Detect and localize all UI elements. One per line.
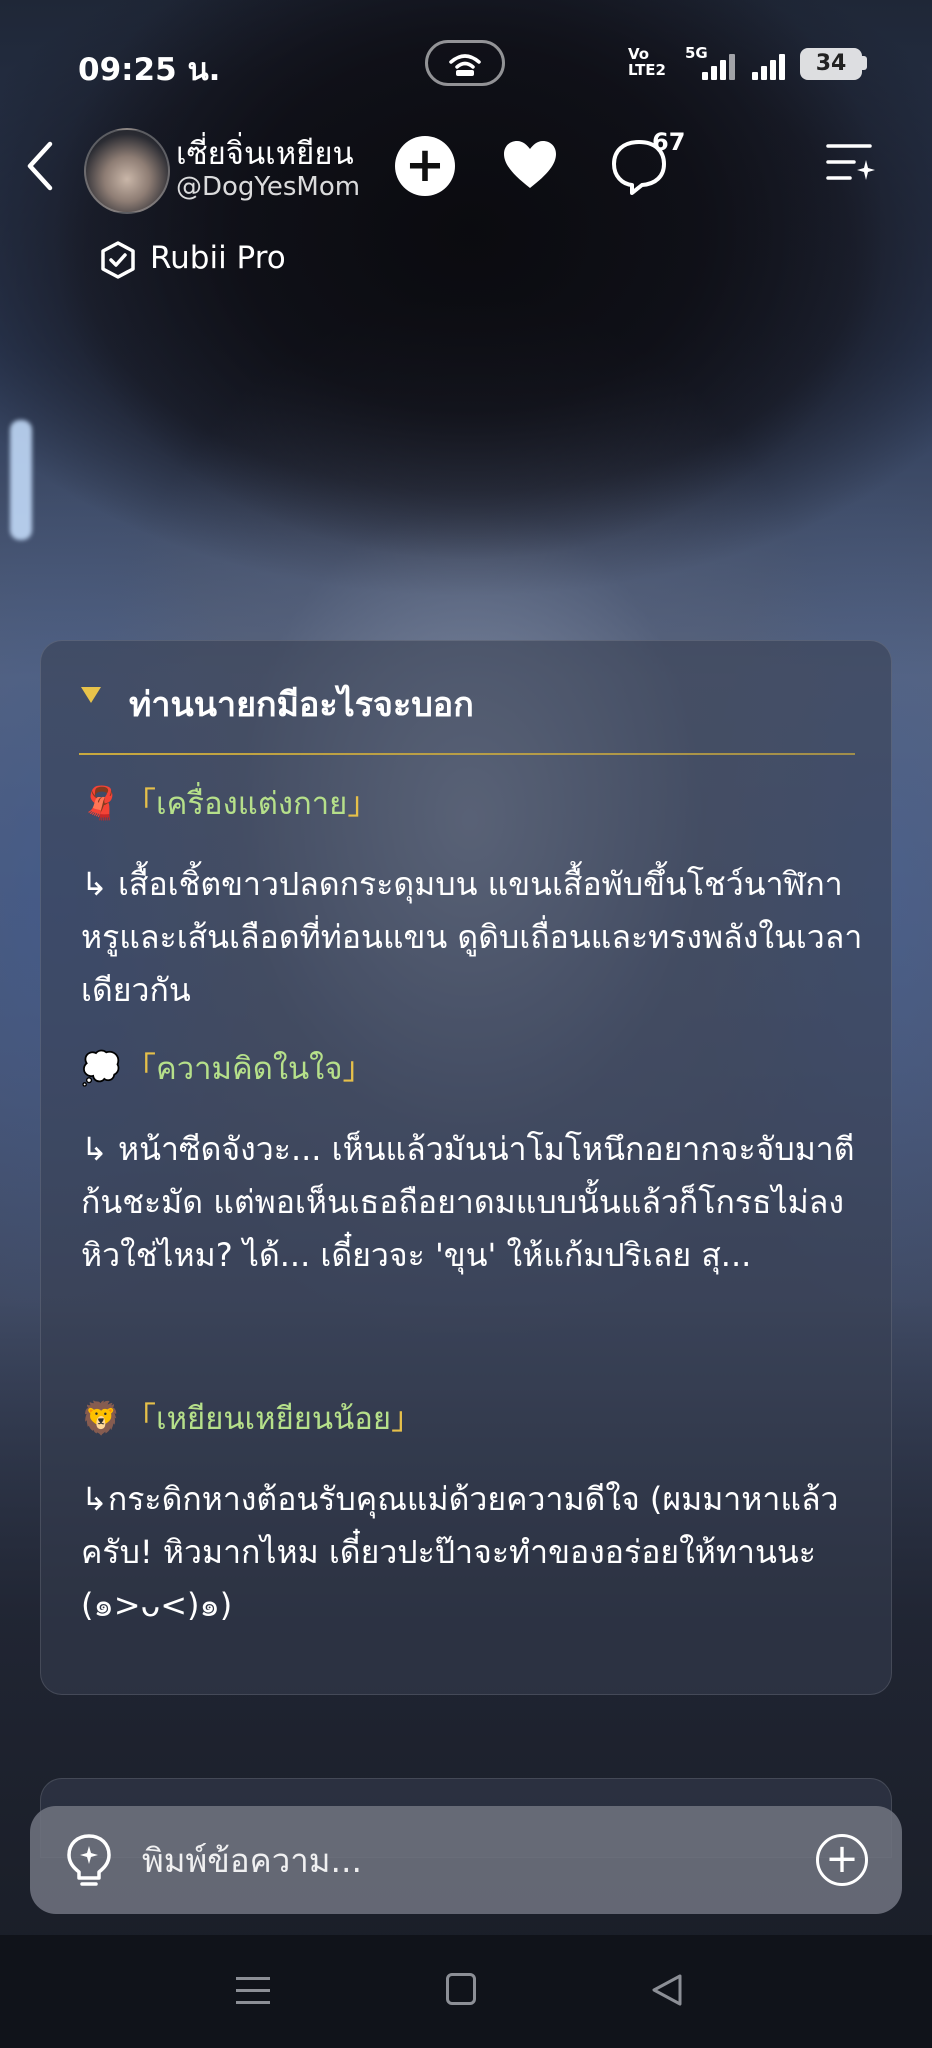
hotspot-icon bbox=[425, 40, 505, 86]
section-inner-thoughts: 💭 「ความคิดในใจ」 ↳ หน้าซีดจังวะ... เห็นแล้… bbox=[81, 1046, 871, 1282]
list-sparkle-icon bbox=[826, 144, 875, 180]
section-body: ↳ หน้าซีดจังวะ... เห็นแล้วมันน่าโมโหนึกอ… bbox=[81, 1130, 855, 1274]
character-handle[interactable]: @DogYesMom bbox=[176, 172, 360, 202]
rubii-pro-label: Rubii Pro bbox=[150, 240, 286, 276]
comment-count: 67 bbox=[652, 128, 686, 156]
idea-button[interactable] bbox=[64, 1832, 114, 1888]
chevron-left-icon bbox=[27, 141, 53, 191]
message-card: ท่านนายกมีอะไรจะบอก 🧣 「เครื่องแต่งกาย」 ↳ … bbox=[40, 640, 892, 1695]
status-bar: 09:25 น. Vo LTE2 5G 34 bbox=[0, 40, 932, 90]
character-name[interactable]: เซี่ยจิ่นเหยียน bbox=[176, 128, 354, 178]
heart-icon bbox=[504, 141, 556, 188]
network-type-label: Vo LTE2 bbox=[628, 45, 666, 79]
message-input[interactable] bbox=[142, 1830, 802, 1890]
menu-button[interactable] bbox=[826, 142, 876, 188]
message-input-bar: + bbox=[30, 1806, 902, 1914]
plus-circle-icon: + bbox=[825, 1836, 859, 1882]
attach-button[interactable]: + bbox=[816, 1834, 868, 1886]
lightbulb-icon bbox=[67, 1834, 111, 1886]
battery-icon: 34 bbox=[800, 48, 862, 80]
system-navigation-bar bbox=[0, 1935, 932, 2048]
rubii-pro-icon bbox=[101, 241, 135, 279]
home-button[interactable] bbox=[446, 1973, 476, 2005]
section-little-yan: 🦁 「เหยียนเหยียนน้อย」 ↳กระดิกหางต้อนรับคุณ… bbox=[81, 1396, 871, 1632]
recent-apps-button[interactable] bbox=[236, 1977, 270, 2007]
section-body: ↳ เสื้อเชิ้ตขาวปลดกระดุมบน แขนเสื้อพับขึ… bbox=[81, 865, 863, 1009]
collapse-caret-icon[interactable] bbox=[81, 687, 101, 703]
message-title-row[interactable]: ท่านนายกมีอะไรจะบอก bbox=[81, 673, 861, 733]
follow-button[interactable]: + bbox=[395, 136, 455, 196]
section-body: ↳กระดิกหางต้อนรับคุณแม่ด้วยความดีใจ (ผมม… bbox=[81, 1480, 839, 1624]
title-divider bbox=[79, 753, 855, 755]
triangle-back-icon bbox=[652, 1974, 682, 2006]
signal-icon-secondary bbox=[750, 50, 785, 80]
background-light-glow bbox=[10, 420, 32, 540]
section-heading: 🧣 「เครื่องแต่งกาย」 bbox=[81, 781, 871, 826]
like-button[interactable] bbox=[502, 138, 558, 194]
battery-tip bbox=[862, 56, 867, 70]
section-heading: 💭 「ความคิดในใจ」 bbox=[81, 1046, 871, 1091]
section-heading: 🦁 「เหยียนเหยียนน้อย」 bbox=[81, 1396, 871, 1441]
character-avatar[interactable] bbox=[84, 128, 170, 214]
scarf-icon: 🧣 bbox=[81, 784, 121, 822]
signal-icon bbox=[700, 50, 735, 80]
back-button[interactable] bbox=[22, 138, 62, 194]
system-back-button[interactable] bbox=[650, 1973, 684, 2007]
thought-bubble-icon: 💭 bbox=[81, 1049, 121, 1087]
section-outfit: 🧣 「เครื่องแต่งกาย」 ↳ เสื้อเชิ้ตขาวปลดกระด… bbox=[81, 781, 871, 1017]
background-hair-shade bbox=[60, 0, 880, 700]
plus-icon: + bbox=[404, 137, 446, 193]
lion-icon: 🦁 bbox=[81, 1399, 121, 1437]
message-title: ท่านนายกมีอะไรจะบอก bbox=[129, 685, 474, 725]
status-time: 09:25 น. bbox=[78, 52, 221, 88]
